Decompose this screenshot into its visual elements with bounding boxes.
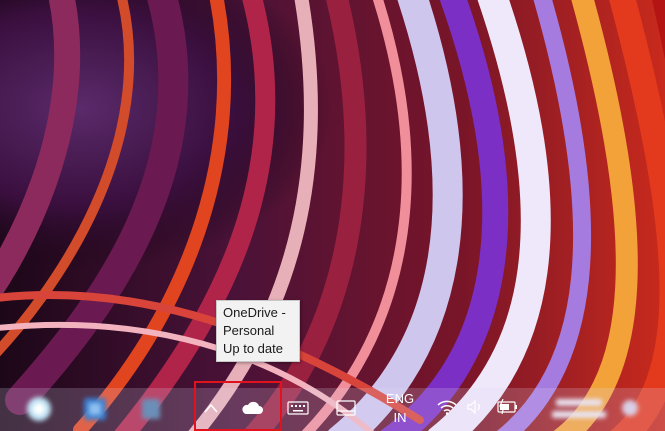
- speaker-icon: [467, 399, 480, 415]
- blurred-app-icon: [142, 399, 160, 419]
- tooltip-line-2: Personal: [223, 323, 275, 338]
- tablet-mode-button[interactable]: [332, 394, 360, 422]
- battery-charging-icon: [497, 399, 517, 415]
- network-button[interactable]: [436, 395, 458, 419]
- time-text: [556, 398, 602, 406]
- taskbar-app-2[interactable]: [78, 392, 112, 426]
- blurred-app-icon: [84, 398, 106, 420]
- tooltip-line-1: OneDrive -: [223, 305, 286, 320]
- onedrive-tooltip: OneDrive - Personal Up to date: [216, 300, 300, 362]
- touch-keyboard-button[interactable]: [284, 394, 312, 422]
- taskbar-app-3[interactable]: [134, 392, 168, 426]
- input-language-button[interactable]: ENG IN: [378, 389, 422, 427]
- date-text: [552, 410, 606, 418]
- desktop-wallpaper: [0, 0, 665, 431]
- language-code: ENG: [385, 391, 415, 406]
- keyboard-icon: [287, 401, 309, 415]
- battery-button[interactable]: [494, 394, 520, 420]
- wifi-icon: [437, 400, 457, 415]
- notification-icon: [622, 400, 638, 416]
- highlight-box: [194, 381, 282, 431]
- region-code: IN: [393, 410, 407, 425]
- volume-button[interactable]: [464, 395, 486, 419]
- tooltip-line-3: Up to date: [223, 341, 283, 356]
- tablet-mode-icon: [336, 400, 356, 416]
- taskbar-app-1[interactable]: [22, 392, 56, 426]
- clock-button[interactable]: [548, 390, 610, 426]
- notifications-button[interactable]: [618, 396, 642, 420]
- blurred-app-icon: [27, 397, 51, 421]
